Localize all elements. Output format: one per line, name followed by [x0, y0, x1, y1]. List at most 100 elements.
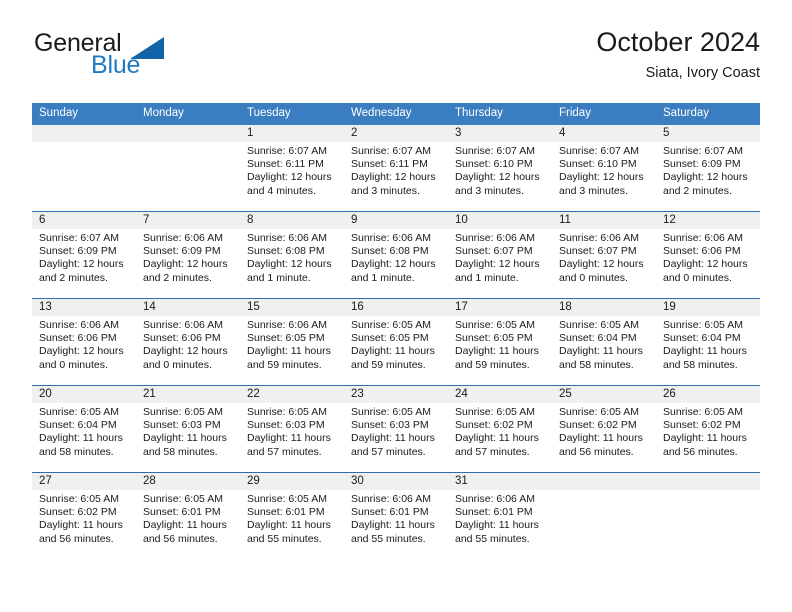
calendar-day-cell[interactable]: 28 Sunrise: 6:05 AM Sunset: 6:01 PM Dayligh…	[136, 472, 240, 559]
calendar-day-cell[interactable]: 13 Sunrise: 6:06 AM Sunset: 6:06 PM Dayligh…	[32, 298, 136, 386]
day-number: 19	[656, 299, 760, 316]
calendar-day-cell[interactable]: 23 Sunrise: 6:05 AM Sunset: 6:03 PM Dayligh…	[344, 385, 448, 473]
weekday-header-saturday: Saturday	[656, 103, 760, 125]
day-cell-inner: 16 Sunrise: 6:05 AM Sunset: 6:05 PM Dayligh…	[344, 299, 448, 385]
day-detail-line: Sunrise: 6:05 AM	[559, 319, 639, 331]
day-number	[656, 473, 760, 490]
day-details: Sunrise: 6:07 AM Sunset: 6:09 PM Daylight:…	[32, 229, 136, 285]
day-details: Sunrise: 6:05 AM Sunset: 6:05 PM Daylight:…	[448, 316, 552, 372]
day-detail-line: Sunset: 6:03 PM	[143, 419, 221, 432]
day-detail-line: Sunset: 6:04 PM	[39, 419, 117, 432]
day-cell-inner: 23 Sunrise: 6:05 AM Sunset: 6:03 PM Dayligh…	[344, 386, 448, 472]
day-number: 10	[448, 212, 552, 229]
day-cell-inner: 26 Sunrise: 6:05 AM Sunset: 6:02 PM Dayligh…	[656, 386, 760, 472]
day-detail-line: Daylight: 12 hours	[663, 258, 748, 271]
calendar-day-cell[interactable]: 8 Sunrise: 6:06 AM Sunset: 6:08 PM Daylight…	[240, 211, 344, 299]
day-number: 9	[344, 212, 448, 229]
day-number: 6	[32, 212, 136, 229]
day-cell-inner: 2 Sunrise: 6:07 AM Sunset: 6:11 PM Daylight…	[344, 125, 448, 211]
calendar-day-cell[interactable]: 6 Sunrise: 6:07 AM Sunset: 6:09 PM Daylight…	[32, 211, 136, 299]
day-details: Sunrise: 6:05 AM Sunset: 6:01 PM Daylight:…	[136, 490, 240, 546]
day-cell-inner: 3 Sunrise: 6:07 AM Sunset: 6:10 PM Daylight…	[448, 125, 552, 211]
day-number: 1	[240, 125, 344, 142]
day-details: Sunrise: 6:05 AM Sunset: 6:04 PM Daylight:…	[32, 403, 136, 459]
calendar-day-cell[interactable]: 4 Sunrise: 6:07 AM Sunset: 6:10 PM Daylight…	[552, 125, 656, 212]
day-details: Sunrise: 6:05 AM Sunset: 6:05 PM Daylight:…	[344, 316, 448, 372]
calendar-day-cell[interactable]: 26 Sunrise: 6:05 AM Sunset: 6:02 PM Dayligh…	[656, 385, 760, 473]
day-detail-line: Sunset: 6:05 PM	[455, 332, 533, 345]
calendar-day-cell[interactable]: 11 Sunrise: 6:06 AM Sunset: 6:07 PM Dayligh…	[552, 211, 656, 299]
day-detail-line: Daylight: 12 hours	[663, 171, 748, 184]
day-detail-line: Daylight: 11 hours	[39, 519, 123, 532]
day-detail-line: Daylight: 11 hours	[351, 345, 435, 358]
page-header: General Blue October 2024 Siata, Ivory C…	[32, 27, 760, 90]
calendar-day-cell[interactable]: 5 Sunrise: 6:07 AM Sunset: 6:09 PM Daylight…	[656, 125, 760, 212]
day-detail-line: and 1 minute.	[351, 271, 415, 284]
day-detail-line: Sunrise: 6:05 AM	[39, 493, 119, 505]
calendar-day-cell[interactable]: 2 Sunrise: 6:07 AM Sunset: 6:11 PM Daylight…	[344, 125, 448, 212]
calendar-day-cell[interactable]: 12 Sunrise: 6:06 AM Sunset: 6:06 PM Dayligh…	[656, 211, 760, 299]
day-number: 24	[448, 386, 552, 403]
day-cell-inner: 25 Sunrise: 6:05 AM Sunset: 6:02 PM Dayligh…	[552, 386, 656, 472]
day-detail-line: Sunrise: 6:06 AM	[143, 232, 223, 244]
calendar-day-cell[interactable]: 18 Sunrise: 6:05 AM Sunset: 6:04 PM Dayligh…	[552, 298, 656, 386]
calendar-day-cell[interactable]: 1 Sunrise: 6:07 AM Sunset: 6:11 PM Daylight…	[240, 125, 344, 212]
day-detail-line: Sunset: 6:09 PM	[143, 245, 221, 258]
day-detail-line: Sunrise: 6:06 AM	[455, 232, 535, 244]
day-cell-inner: 21 Sunrise: 6:05 AM Sunset: 6:03 PM Dayligh…	[136, 386, 240, 472]
calendar-body: 1 Sunrise: 6:07 AM Sunset: 6:11 PM Daylight…	[32, 125, 760, 559]
calendar-day-cell[interactable]: 7 Sunrise: 6:06 AM Sunset: 6:09 PM Daylight…	[136, 211, 240, 299]
day-detail-line: and 57 minutes.	[455, 445, 530, 458]
calendar-day-cell[interactable]: 25 Sunrise: 6:05 AM Sunset: 6:02 PM Dayligh…	[552, 385, 656, 473]
calendar-day-cell[interactable]: 3 Sunrise: 6:07 AM Sunset: 6:10 PM Daylight…	[448, 125, 552, 212]
day-details	[136, 142, 240, 145]
calendar-day-cell[interactable]: 16 Sunrise: 6:05 AM Sunset: 6:05 PM Dayligh…	[344, 298, 448, 386]
day-details: Sunrise: 6:05 AM Sunset: 6:04 PM Daylight:…	[656, 316, 760, 372]
day-detail-line: and 2 minutes.	[143, 271, 212, 284]
day-detail-line: Sunset: 6:03 PM	[351, 419, 429, 432]
calendar-page: General Blue October 2024 Siata, Ivory C…	[0, 0, 792, 612]
calendar-day-cell[interactable]: 30 Sunrise: 6:06 AM Sunset: 6:01 PM Dayligh…	[344, 472, 448, 559]
day-cell-inner: 12 Sunrise: 6:06 AM Sunset: 6:06 PM Dayligh…	[656, 212, 760, 298]
calendar-week-row: 20 Sunrise: 6:05 AM Sunset: 6:04 PM Dayligh…	[32, 385, 760, 473]
calendar-day-cell[interactable]: 21 Sunrise: 6:05 AM Sunset: 6:03 PM Dayligh…	[136, 385, 240, 473]
day-detail-line: Sunrise: 6:06 AM	[455, 493, 535, 505]
day-cell-inner: 6 Sunrise: 6:07 AM Sunset: 6:09 PM Daylight…	[32, 212, 136, 298]
calendar-day-cell[interactable]: 27 Sunrise: 6:05 AM Sunset: 6:02 PM Dayligh…	[32, 472, 136, 559]
day-number	[136, 125, 240, 142]
day-number	[552, 473, 656, 490]
day-cell-inner: 18 Sunrise: 6:05 AM Sunset: 6:04 PM Dayligh…	[552, 299, 656, 385]
day-details	[32, 142, 136, 145]
day-detail-line: and 59 minutes.	[455, 358, 530, 371]
day-details: Sunrise: 6:05 AM Sunset: 6:02 PM Daylight:…	[552, 403, 656, 459]
calendar-day-cell[interactable]: 24 Sunrise: 6:05 AM Sunset: 6:02 PM Dayligh…	[448, 385, 552, 473]
day-detail-line: Sunset: 6:11 PM	[351, 158, 428, 171]
day-detail-line: and 58 minutes.	[143, 445, 218, 458]
day-number: 29	[240, 473, 344, 490]
day-details: Sunrise: 6:06 AM Sunset: 6:06 PM Daylight:…	[656, 229, 760, 285]
day-cell-inner: 22 Sunrise: 6:05 AM Sunset: 6:03 PM Dayligh…	[240, 386, 344, 472]
day-detail-line: Sunset: 6:05 PM	[247, 332, 325, 345]
day-number: 30	[344, 473, 448, 490]
day-cell-inner	[656, 473, 760, 559]
day-details: Sunrise: 6:06 AM Sunset: 6:08 PM Daylight:…	[344, 229, 448, 285]
day-detail-line: Sunset: 6:01 PM	[247, 506, 325, 519]
day-detail-line: Daylight: 11 hours	[247, 432, 331, 445]
calendar-day-cell[interactable]: 22 Sunrise: 6:05 AM Sunset: 6:03 PM Dayligh…	[240, 385, 344, 473]
day-cell-inner: 1 Sunrise: 6:07 AM Sunset: 6:11 PM Daylight…	[240, 125, 344, 211]
day-cell-inner	[552, 473, 656, 559]
calendar-day-cell[interactable]: 9 Sunrise: 6:06 AM Sunset: 6:08 PM Daylight…	[344, 211, 448, 299]
calendar-day-cell[interactable]: 15 Sunrise: 6:06 AM Sunset: 6:05 PM Dayligh…	[240, 298, 344, 386]
calendar-day-cell[interactable]: 14 Sunrise: 6:06 AM Sunset: 6:06 PM Dayligh…	[136, 298, 240, 386]
day-detail-line: Sunrise: 6:05 AM	[39, 406, 119, 418]
calendar-day-cell[interactable]: 17 Sunrise: 6:05 AM Sunset: 6:05 PM Dayligh…	[448, 298, 552, 386]
day-detail-line: Daylight: 11 hours	[663, 345, 747, 358]
calendar-day-cell[interactable]: 20 Sunrise: 6:05 AM Sunset: 6:04 PM Dayligh…	[32, 385, 136, 473]
day-detail-line: Sunrise: 6:05 AM	[455, 319, 535, 331]
calendar-day-cell[interactable]: 29 Sunrise: 6:05 AM Sunset: 6:01 PM Dayligh…	[240, 472, 344, 559]
calendar-day-cell[interactable]: 19 Sunrise: 6:05 AM Sunset: 6:04 PM Dayligh…	[656, 298, 760, 386]
general-blue-logo[interactable]: General Blue	[32, 28, 252, 86]
calendar-day-cell[interactable]: 31 Sunrise: 6:06 AM Sunset: 6:01 PM Dayligh…	[448, 472, 552, 559]
logo-text-blue: Blue	[91, 51, 141, 79]
calendar-day-cell[interactable]: 10 Sunrise: 6:06 AM Sunset: 6:07 PM Dayligh…	[448, 211, 552, 299]
